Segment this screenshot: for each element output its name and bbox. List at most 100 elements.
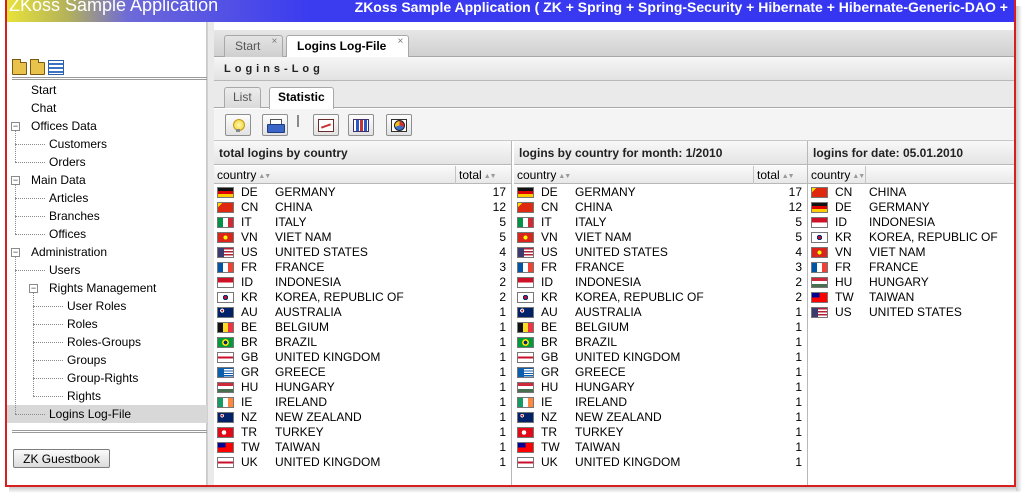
table-row[interactable]: HU HUNGARY 1: [514, 380, 807, 395]
tree-item-rights[interactable]: Rights: [7, 387, 207, 405]
tree-item-roles-groups[interactable]: Roles-Groups: [7, 333, 207, 351]
sort-icon: ▲▼: [258, 173, 271, 180]
table-row[interactable]: FR FRANCE: [808, 260, 1014, 275]
country-code: FR: [835, 260, 851, 274]
table-row[interactable]: IT ITALY 5: [214, 215, 511, 230]
table-row[interactable]: DE GERMANY: [808, 200, 1014, 215]
login-total: 1: [795, 320, 802, 334]
table-row[interactable]: AU AUSTRALIA 1: [214, 305, 511, 320]
line-chart-button[interactable]: [313, 114, 339, 136]
table-row[interactable]: KR KOREA, REPUBLIC OF: [808, 230, 1014, 245]
list-icon[interactable]: [48, 60, 64, 75]
table-row[interactable]: TW TAIWAN 1: [214, 440, 511, 455]
bar-chart-button[interactable]: [348, 114, 374, 136]
hint-button[interactable]: [225, 114, 251, 136]
tree-item-users[interactable]: Users: [7, 261, 207, 279]
table-row[interactable]: UK UNITED KINGDOM 1: [214, 455, 511, 470]
tree-item-articles[interactable]: Articles: [7, 189, 207, 207]
table-row[interactable]: DE GERMANY 17: [214, 185, 511, 200]
guestbook-button[interactable]: ZK Guestbook: [13, 449, 110, 468]
table-row[interactable]: GR GREECE 1: [514, 365, 807, 380]
folder-open-icon[interactable]: [12, 59, 27, 75]
table-row[interactable]: FR FRANCE 3: [514, 260, 807, 275]
collapse-icon[interactable]: −: [29, 284, 38, 293]
tab-logins-log-file[interactable]: Logins Log-File ×: [286, 32, 410, 58]
table-row[interactable]: TW TAIWAN: [808, 290, 1014, 305]
table-row[interactable]: FR FRANCE 3: [214, 260, 511, 275]
table-row[interactable]: NZ NEW ZEALAND 1: [514, 410, 807, 425]
table-row[interactable]: KR KOREA, REPUBLIC OF 2: [514, 290, 807, 305]
table-row[interactable]: US UNITED STATES: [808, 305, 1014, 320]
tree-item-user-roles[interactable]: User Roles: [7, 297, 207, 315]
table-row[interactable]: BR BRAZIL 1: [514, 335, 807, 350]
table-row[interactable]: BE BELGIUM 1: [214, 320, 511, 335]
table-row[interactable]: CN CHINA: [808, 185, 1014, 200]
country-code: VN: [241, 230, 258, 244]
country-code: ID: [541, 275, 553, 289]
pie-chart-button[interactable]: [386, 114, 412, 136]
table-row[interactable]: NZ NEW ZEALAND 1: [214, 410, 511, 425]
table-row[interactable]: UK UNITED KINGDOM 1: [514, 455, 807, 470]
column-header-total[interactable]: total ▲▼: [456, 166, 511, 184]
tree-item-logins-log-file[interactable]: Logins Log-File: [7, 405, 207, 423]
table-row[interactable]: US UNITED STATES 4: [214, 245, 511, 260]
table-row[interactable]: IE IRELAND 1: [214, 395, 511, 410]
tree-item-offices-data[interactable]: − Offices Data: [7, 117, 207, 135]
table-row[interactable]: CN CHINA 12: [214, 200, 511, 215]
table-row[interactable]: GB UNITED KINGDOM 1: [214, 350, 511, 365]
close-icon[interactable]: ×: [272, 32, 278, 52]
tree-item-group-rights[interactable]: Group-Rights: [7, 369, 207, 387]
tree-item-customers[interactable]: Customers: [7, 135, 207, 153]
table-row[interactable]: VN VIET NAM 5: [514, 230, 807, 245]
table-row[interactable]: ID INDONESIA: [808, 215, 1014, 230]
tree-item-groups[interactable]: Groups: [7, 351, 207, 369]
column-header-country[interactable]: country ▲▼: [514, 166, 754, 184]
table-row[interactable]: VN VIET NAM: [808, 245, 1014, 260]
tab-statistic[interactable]: Statistic: [269, 87, 334, 109]
sidebar-splitter[interactable]: [207, 22, 214, 485]
table-row[interactable]: HU HUNGARY: [808, 275, 1014, 290]
tree-item-main-data[interactable]: − Main Data: [7, 171, 207, 189]
table-row[interactable]: TR TURKEY 1: [214, 425, 511, 440]
table-row[interactable]: TR TURKEY 1: [514, 425, 807, 440]
close-icon[interactable]: ×: [397, 32, 403, 52]
table-row[interactable]: BR BRAZIL 1: [214, 335, 511, 350]
collapse-icon[interactable]: −: [11, 176, 20, 185]
tree-item-administration[interactable]: − Administration: [7, 243, 207, 261]
table-row[interactable]: TW TAIWAN 1: [514, 440, 807, 455]
tree-item-roles[interactable]: Roles: [7, 315, 207, 333]
print-button[interactable]: [262, 114, 288, 136]
tree-item-rights-management[interactable]: − Rights Management: [7, 279, 207, 297]
table-row[interactable]: CN CHINA 12: [514, 200, 807, 215]
table-row[interactable]: BE BELGIUM 1: [514, 320, 807, 335]
flag-tr-icon: [517, 427, 534, 438]
table-row[interactable]: IE IRELAND 1: [514, 395, 807, 410]
tree-item-chat[interactable]: Chat: [7, 99, 207, 117]
collapse-icon[interactable]: −: [11, 122, 20, 131]
table-row[interactable]: ID INDONESIA 2: [514, 275, 807, 290]
tab-list[interactable]: List: [224, 87, 261, 108]
tab-start[interactable]: Start ×: [224, 32, 284, 57]
table-row[interactable]: VN VIET NAM 5: [214, 230, 511, 245]
table-row[interactable]: HU HUNGARY 1: [214, 380, 511, 395]
column-header-country[interactable]: country ▲▼: [808, 166, 866, 184]
tree-item-start[interactable]: Start: [7, 81, 207, 99]
tree-item-offices[interactable]: Offices: [7, 225, 207, 243]
column-header-country[interactable]: country ▲▼: [214, 166, 456, 184]
table-row[interactable]: AU AUSTRALIA 1: [514, 305, 807, 320]
table-row[interactable]: DE GERMANY 17: [514, 185, 807, 200]
table-row[interactable]: GR GREECE 1: [214, 365, 511, 380]
collapse-icon[interactable]: −: [11, 248, 20, 257]
table-row[interactable]: US UNITED STATES 4: [514, 245, 807, 260]
table-row[interactable]: ID INDONESIA 2: [214, 275, 511, 290]
table-row[interactable]: GB UNITED KINGDOM 1: [514, 350, 807, 365]
country-code: IT: [541, 215, 552, 229]
table-row[interactable]: KR KOREA, REPUBLIC OF 2: [214, 290, 511, 305]
folder-closed-icon[interactable]: [30, 59, 45, 75]
flag-cn-icon: [517, 202, 534, 213]
tree-item-orders[interactable]: Orders: [7, 153, 207, 171]
tree-item-branches[interactable]: Branches: [7, 207, 207, 225]
tree-connector: [33, 396, 63, 397]
column-header-total[interactable]: total ▲▼: [754, 166, 807, 184]
table-row[interactable]: IT ITALY 5: [514, 215, 807, 230]
